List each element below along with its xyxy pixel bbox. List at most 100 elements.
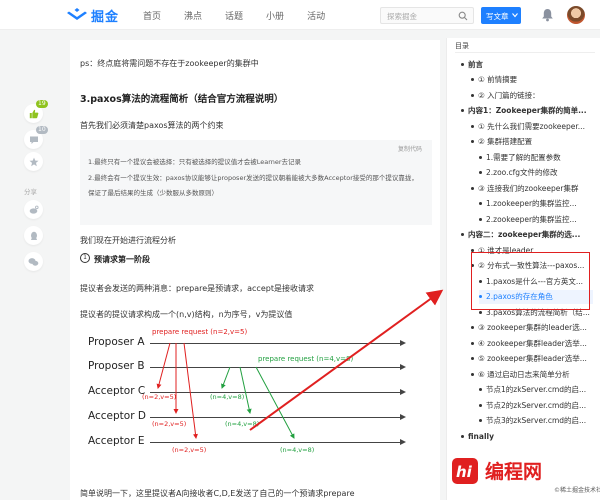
prepare-request-a-label: prepare request (n=2,v=5): [152, 328, 248, 336]
write-article-label: 写文章: [486, 12, 509, 21]
intro-paragraph: 首先我们必须清楚paxos算法的两个约束: [80, 121, 224, 130]
copy-code-button[interactable]: 复制代码: [398, 144, 422, 153]
toc-item-label: ③ zookeeper集群的leader选...: [478, 323, 587, 332]
toc-item[interactable]: 内容二：zookeeper集群的选...: [461, 228, 593, 242]
toc-bullet: [471, 372, 474, 376]
toc-bullet: [479, 388, 482, 391]
response-label: (n=2,v=5): [152, 420, 187, 428]
favorite-button[interactable]: [24, 152, 43, 171]
share-weibo-button[interactable]: [24, 200, 43, 219]
like-count-badge: 19: [36, 100, 48, 108]
toc-bullet: [471, 93, 474, 97]
toc-item[interactable]: ⑥ 通过启动日志来简单分析: [471, 367, 593, 381]
step-number: 1: [80, 253, 90, 263]
ps-paragraph: ps：终点庭将需问题不存在于zookeeper的集群中: [80, 59, 259, 68]
watermark-name: 编程网: [485, 461, 543, 483]
logo-text: 掘金: [91, 9, 120, 25]
toc-bullet: [471, 326, 474, 329]
user-avatar[interactable]: [567, 6, 585, 24]
response-label: (n=4,v=8): [225, 420, 260, 428]
toc-bullet: [461, 233, 464, 236]
toc-item-label: ③ 连接我们的zookeeper集群: [478, 183, 579, 193]
code-line: 1.最终只有一个提议会被选择：只有被选择的提议值才会被Learner去记录: [88, 158, 302, 166]
toc-item[interactable]: 1.zookeeper的集群监控...: [479, 197, 593, 211]
toc-title: 目录: [455, 42, 469, 50]
toc-item-label: ② 入门篇的链接：: [478, 90, 540, 100]
toc-item[interactable]: ③ zookeeper集群的leader选...: [471, 321, 593, 335]
top-navbar: 掘金 首页 沸点 话题 小册 活动 探索掘金 写文章: [0, 0, 600, 30]
code-block: 复制代码 1.最终只有一个提议会被选择：只有被选择的提议值才会被Learner去…: [80, 140, 432, 225]
toc-bullet: [471, 357, 474, 360]
nav-topics[interactable]: 话题: [225, 9, 243, 22]
prepare-request-b-label: prepare request (n=4,v=8): [258, 355, 354, 363]
toc-item[interactable]: ① 先什么我们需要zookeeper...: [471, 119, 593, 133]
response-label: (n=4,v=8): [280, 446, 315, 454]
article-content: ps：终点庭将需问题不存在于zookeeper的集群中 3.paxos算法的流程…: [70, 40, 440, 500]
chevron-down-icon[interactable]: [511, 10, 519, 20]
toc-item[interactable]: 节点2的zkServer.cmd的启...: [479, 398, 593, 412]
toc-bullet: [479, 155, 482, 159]
toc-item[interactable]: 节点1的zkServer.cmd的启...: [479, 383, 593, 397]
toc-bullet: [461, 62, 464, 66]
star-icon: [29, 157, 38, 166]
toc-item[interactable]: 1.需要了解的配置参数: [479, 150, 593, 164]
toc-bullet: [471, 186, 474, 190]
qq-icon: [30, 231, 37, 240]
nav-home[interactable]: 首页: [143, 9, 161, 22]
toc-bullet: [471, 78, 474, 81]
nav-events[interactable]: 活动: [307, 9, 325, 22]
toc-item-label: 2.zookeeper的集群监控...: [486, 214, 577, 224]
message-arrows: [156, 342, 295, 439]
toc-item[interactable]: 节点3的zkServer.cmd的启...: [479, 414, 593, 428]
structure-paragraph: 提议者的提议请求构成一个(n,v)结构，n为序号，v为提议值: [80, 310, 293, 319]
toc-item[interactable]: 2.zoo.cfg文件的修改: [479, 166, 593, 180]
toc-item[interactable]: ③ 连接我们的zookeeper集群: [471, 181, 593, 195]
like-button[interactable]: 19: [24, 100, 48, 123]
toc-item[interactable]: 2.zookeeper的集群监控...: [479, 212, 593, 226]
toc-item-label: ④ zookeeper集群leader选举...: [478, 338, 587, 348]
toc-item[interactable]: ④ zookeeper集群leader选举...: [471, 336, 593, 350]
toc-item[interactable]: 前言: [461, 57, 593, 71]
toc-bullet: [471, 341, 474, 345]
comment-button[interactable]: 10: [24, 126, 48, 149]
code-line: 2.最终会有一个提议生效：paxos协议能够让proposer发送的提议朝着能被…: [88, 174, 418, 182]
toc-bullet: [461, 109, 464, 112]
thumbs-up-icon: [29, 109, 38, 118]
toc-item-label: 2.zoo.cfg文件的修改: [486, 168, 558, 177]
toc-item-label: 前言: [468, 59, 483, 69]
response-label: (n=2,v=5): [142, 393, 177, 401]
toc-bullet: [479, 217, 482, 221]
write-article-button[interactable]: 写文章: [481, 7, 521, 24]
nav-books[interactable]: 小册: [266, 9, 284, 22]
toc-item-label: 节点2的zkServer.cmd的启...: [486, 400, 587, 410]
toc-item[interactable]: ⑤ zookeeper集群leader选举...: [471, 352, 593, 366]
nav-pins[interactable]: 沸点: [184, 9, 202, 22]
annotation-highlight-box: [471, 252, 590, 310]
watermark-logo-icon: hi: [452, 458, 478, 484]
toc-bullet: [479, 403, 482, 407]
toc-bullet: [479, 202, 482, 205]
toc-item[interactable]: ① 前情摘要: [471, 73, 593, 87]
toc-item-label: ⑥ 通过启动日志来简单分析: [478, 369, 570, 379]
site-logo[interactable]: 掘金: [66, 6, 120, 25]
toc-item[interactable]: 内容1：Zookeeper集群的简单...: [461, 104, 593, 118]
toc-bullet: [471, 124, 474, 128]
toc-bullet: [479, 310, 482, 314]
toc-item-label: 1.需要了解的配置参数: [486, 152, 561, 162]
toc-item-label: 1.zookeeper的集群监控...: [486, 199, 577, 208]
response-label: (n=4,v=8): [210, 393, 245, 401]
notification-bell-icon[interactable]: [541, 8, 554, 22]
watermark-subtitle: ©稀土掘金技术社区: [554, 487, 600, 494]
toc-item[interactable]: finally: [461, 429, 593, 443]
toc-bullet: [471, 140, 474, 143]
search-icon[interactable]: [458, 11, 468, 21]
toc-bullet: [461, 434, 464, 438]
share-wechat-button[interactable]: [24, 252, 43, 271]
toc-item[interactable]: ② 集群搭建配置: [471, 135, 593, 149]
toc-item-label: 内容二：zookeeper集群的选...: [468, 230, 581, 239]
search-input[interactable]: 探索掘金: [380, 7, 474, 24]
toc-item[interactable]: ② 入门篇的链接：: [471, 88, 593, 102]
share-qq-button[interactable]: [24, 226, 43, 245]
search-placeholder: 探索掘金: [387, 12, 417, 21]
toc-item-label: ② 集群搭建配置: [478, 137, 533, 146]
